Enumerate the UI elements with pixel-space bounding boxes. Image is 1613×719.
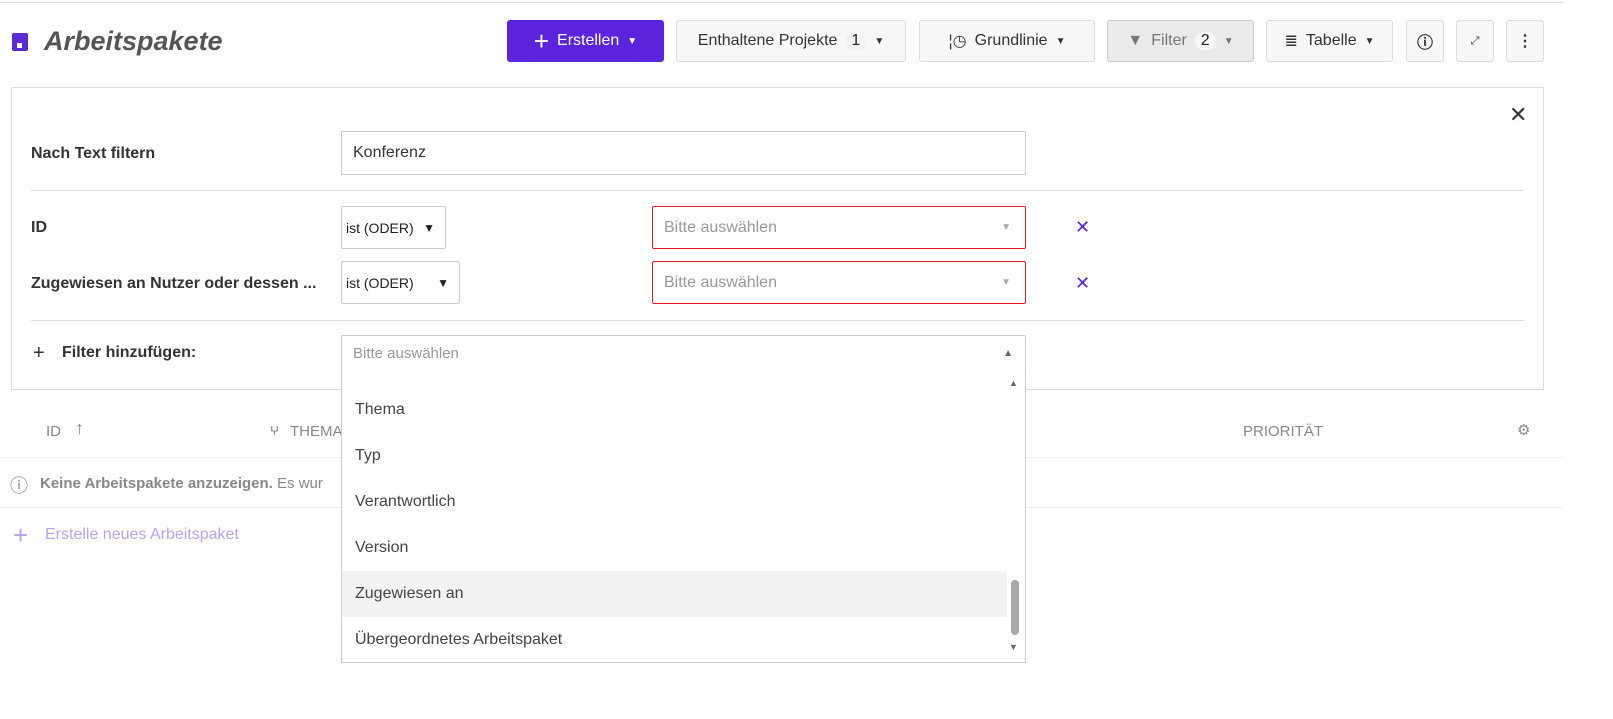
caret-down-icon: ▼ [423,220,435,235]
value-select-id[interactable]: Bitte auswählen ▼ [652,206,1026,249]
option-thema[interactable]: Thema [342,387,1007,433]
column-header-priority[interactable]: PRIORITÄT [1243,423,1323,440]
option-version[interactable]: Version [342,525,1007,571]
caret-down-icon: ▼ [1001,277,1011,288]
info-icon: ⓘ [1416,35,1433,52]
page-title: Arbeitspakete [44,26,223,56]
scrollbar-thumb[interactable] [1011,580,1019,635]
create-label: Erstellen [557,32,620,49]
filter-options-dropdown: Thema Typ Verantwortlich Version Zugewie… [341,370,1026,663]
sort-ascending-icon: ↑ [75,418,84,438]
close-filter-icon[interactable]: ✕ [1509,102,1527,128]
text-filter-label: Nach Text filtern [31,145,156,162]
filter-label-assignee: Zugewiesen an Nutzer oder dessen ... [31,275,317,292]
option-verantwortlich[interactable]: Verantwortlich [342,479,1007,525]
baseline-icon: ¦◷ [948,33,967,50]
option-zugewiesen-an[interactable]: Zugewiesen an [342,571,1007,617]
divider [31,320,1524,321]
divider [31,190,1524,191]
value-select-assignee[interactable]: Bitte auswählen ▼ [652,261,1026,304]
info-circle-icon: ⓘ [10,476,28,496]
baseline-button[interactable]: ¦◷ Grundlinie ▼ [919,20,1095,62]
value-placeholder: Bitte auswählen [664,273,777,291]
create-work-package-link[interactable]: Erstelle neues Arbeitspaket [45,526,239,544]
gear-icon[interactable]: ⚙ [1517,421,1530,439]
info-button[interactable]: ⓘ [1406,20,1444,62]
fullscreen-button[interactable]: ⤢ [1456,20,1494,62]
more-button[interactable]: ⋮ [1506,20,1544,62]
scroll-up-icon[interactable]: ▲ [1009,378,1018,388]
more-vertical-icon: ⋮ [1517,33,1533,50]
create-button[interactable]: + Erstellen ▼ [507,20,664,62]
remove-filter-icon[interactable]: ✕ [1075,217,1090,238]
scroll-down-icon[interactable]: ▼ [1009,642,1018,652]
caret-down-icon: ▼ [1055,35,1066,47]
caret-down-icon: ▼ [627,35,638,47]
remove-filter-icon[interactable]: ✕ [1075,273,1090,294]
empty-message-bold: Keine Arbeitspakete anzuzeigen. [40,475,273,492]
add-filter-label: Filter hinzufügen: [62,344,197,361]
save-icon[interactable] [12,33,28,51]
add-filter-select[interactable]: Bitte auswählen ▲ [341,335,1026,371]
view-label: Tabelle [1305,32,1357,49]
caret-down-icon: ▼ [1001,222,1011,233]
filter-label: Filter [1151,32,1187,49]
operator-select-assignee[interactable]: ist (ODER) ▼ [341,261,460,304]
filter-label-id: ID [31,219,47,236]
projects-count-badge: 1 [845,32,867,50]
table-icon: ≣ [1284,33,1298,50]
caret-down-icon: ▼ [437,275,449,290]
empty-message-text: Es wur [277,475,323,492]
included-projects-button[interactable]: Enthaltene Projekte 1 ▼ [676,20,906,62]
option-uebergeordnetes[interactable]: Übergeordnetes Arbeitspaket [342,617,1007,662]
plus-icon: + [33,342,45,364]
add-filter-placeholder: Bitte auswählen [353,344,459,362]
caret-down-icon: ▼ [1223,35,1234,47]
text-filter-value: Konferenz [353,144,426,161]
column-header-subject[interactable]: THEMA [290,423,343,440]
expand-icon: ⤢ [1470,34,1480,47]
filter-button[interactable]: ▼ Filter 2 ▼ [1107,20,1254,62]
caret-up-icon: ▲ [1003,347,1013,359]
operator-value: ist (ODER) [346,274,414,291]
operator-value: ist (ODER) [346,219,414,236]
operator-select-id[interactable]: ist (ODER) ▼ [341,206,446,249]
plus-icon: + [533,25,550,56]
top-divider [0,2,1563,3]
projects-label: Enthaltene Projekte [697,32,838,49]
column-header-id[interactable]: ID [46,423,61,440]
text-filter-input[interactable]: Konferenz [341,131,1026,175]
filter-count-badge: 2 [1194,32,1216,50]
baseline-label: Grundlinie [974,32,1048,49]
value-placeholder: Bitte auswählen [664,218,777,236]
hierarchy-icon[interactable]: ⵖ [270,424,279,438]
caret-down-icon: ▼ [1364,35,1375,47]
view-button[interactable]: ≣ Tabelle ▼ [1266,20,1393,62]
funnel-icon: ▼ [1127,32,1144,49]
caret-down-icon: ▼ [874,35,885,47]
option-typ[interactable]: Typ [342,433,1007,479]
plus-icon: + [13,520,29,550]
